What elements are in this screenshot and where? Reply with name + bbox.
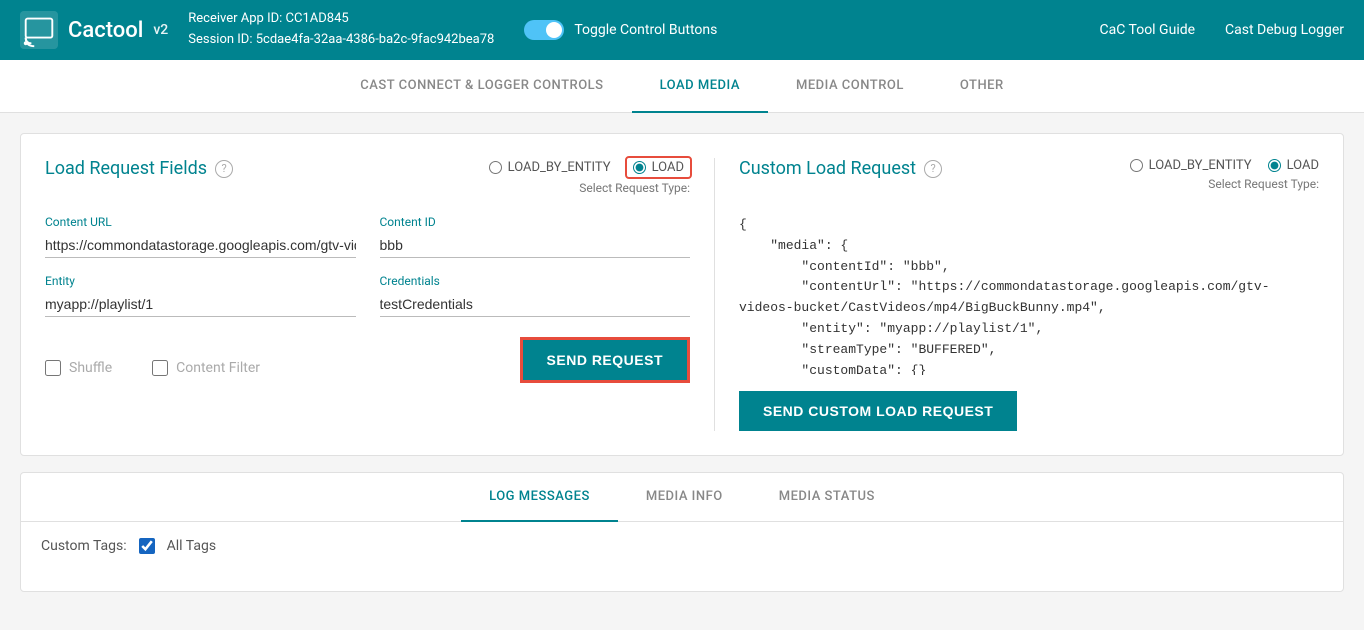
cast-logo-icon	[20, 11, 58, 49]
cac-tool-guide-link[interactable]: CaC Tool Guide	[1100, 22, 1196, 38]
all-tags-label: All Tags	[167, 538, 216, 554]
app-header: Cactool v2 Receiver App ID: CC1AD845 Ses…	[0, 0, 1364, 60]
content-url-label: Content URL	[45, 215, 356, 229]
load-media-panel: Load Request Fields ? LOAD_BY_ENTITY LOA…	[20, 133, 1344, 456]
radio-load[interactable]: LOAD	[627, 158, 690, 177]
content-url-field: Content URL	[45, 215, 356, 258]
tab-log-messages[interactable]: LOG MESSAGES	[461, 473, 618, 522]
lower-tabs-bar: LOG MESSAGES MEDIA INFO MEDIA STATUS	[21, 473, 1343, 522]
header-links: CaC Tool Guide Cast Debug Logger	[1100, 22, 1345, 38]
app-version: v2	[153, 22, 168, 38]
content-filter-checkbox[interactable]	[152, 360, 168, 376]
content-id-field: Content ID	[380, 215, 691, 258]
json-editor[interactable]: { "media": { "contentId": "bbb", "conten…	[739, 215, 1319, 375]
receiver-app-label: Receiver App ID:	[188, 11, 282, 26]
header-ids: Receiver App ID: CC1AD845 Session ID: 5c…	[188, 9, 494, 51]
credentials-label: Credentials	[380, 274, 691, 288]
toggle-area: Toggle Control Buttons	[524, 20, 717, 40]
credentials-input[interactable]	[380, 292, 691, 317]
tab-media-status[interactable]: MEDIA STATUS	[751, 473, 903, 522]
load-request-help-icon[interactable]: ?	[215, 160, 233, 178]
custom-tags-label: Custom Tags:	[41, 538, 127, 554]
select-request-type-label: Select Request Type:	[579, 181, 690, 195]
radio-custom-load[interactable]: LOAD	[1268, 158, 1319, 173]
toggle-label: Toggle Control Buttons	[574, 22, 717, 38]
logo-area: Cactool v2	[20, 11, 168, 49]
tab-media-info[interactable]: MEDIA INFO	[618, 473, 751, 522]
radio-custom-load-by-entity[interactable]: LOAD_BY_ENTITY	[1130, 158, 1252, 173]
custom-load-request-section: Custom Load Request ? LOAD_BY_ENTITY LOA…	[715, 158, 1319, 431]
shuffle-label: Shuffle	[69, 360, 112, 376]
session-label: Session ID:	[188, 32, 252, 47]
tab-media-control[interactable]: MEDIA CONTROL	[768, 60, 932, 113]
all-tags-checkbox[interactable]	[139, 538, 155, 554]
load-form-grid: Content URL Content ID Entity Credential…	[45, 215, 690, 317]
content-id-label: Content ID	[380, 215, 691, 229]
shuffle-checkbox[interactable]	[45, 360, 61, 376]
custom-select-request-type-label: Select Request Type:	[1208, 177, 1319, 191]
radio-load-by-entity[interactable]: LOAD_BY_ENTITY	[489, 160, 611, 175]
content-id-input[interactable]	[380, 233, 691, 258]
send-request-button[interactable]: SEND REQUEST	[520, 337, 690, 383]
credentials-field: Credentials	[380, 274, 691, 317]
load-request-fields-section: Load Request Fields ? LOAD_BY_ENTITY LOA…	[45, 158, 715, 431]
tab-load-media[interactable]: LOAD MEDIA	[632, 60, 768, 113]
entity-field: Entity	[45, 274, 356, 317]
load-request-title: Load Request Fields ?	[45, 158, 233, 179]
toggle-control-button[interactable]	[524, 20, 564, 40]
receiver-app-id: CC1AD845	[286, 11, 349, 26]
checkbox-row: Shuffle Content Filter	[45, 360, 260, 376]
send-custom-load-request-button[interactable]: SEND CUSTOM LOAD REQUEST	[739, 391, 1017, 431]
nav-tabs-bar: CAST CONNECT & LOGGER CONTROLS LOAD MEDI…	[0, 60, 1364, 113]
app-name: Cactool	[68, 18, 143, 43]
content-filter-checkbox-option[interactable]: Content Filter	[152, 360, 260, 376]
entity-input[interactable]	[45, 292, 356, 317]
content-url-input[interactable]	[45, 233, 356, 258]
entity-label: Entity	[45, 274, 356, 288]
shuffle-checkbox-option[interactable]: Shuffle	[45, 360, 112, 376]
tab-other[interactable]: OTHER	[932, 60, 1032, 113]
custom-load-title: Custom Load Request ?	[739, 158, 942, 179]
lower-content: Custom Tags: All Tags	[21, 522, 1343, 570]
session-id: 5cdae4fa-32aa-4386-ba2c-9fac942bea78	[256, 32, 495, 47]
custom-load-help-icon[interactable]: ?	[924, 160, 942, 178]
lower-panel: LOG MESSAGES MEDIA INFO MEDIA STATUS Cus…	[20, 472, 1344, 592]
main-content: Load Request Fields ? LOAD_BY_ENTITY LOA…	[0, 113, 1364, 612]
cast-debug-logger-link[interactable]: Cast Debug Logger	[1225, 22, 1344, 38]
tab-cast-connect[interactable]: CAST CONNECT & LOGGER CONTROLS	[332, 60, 631, 113]
content-filter-label: Content Filter	[176, 360, 260, 376]
